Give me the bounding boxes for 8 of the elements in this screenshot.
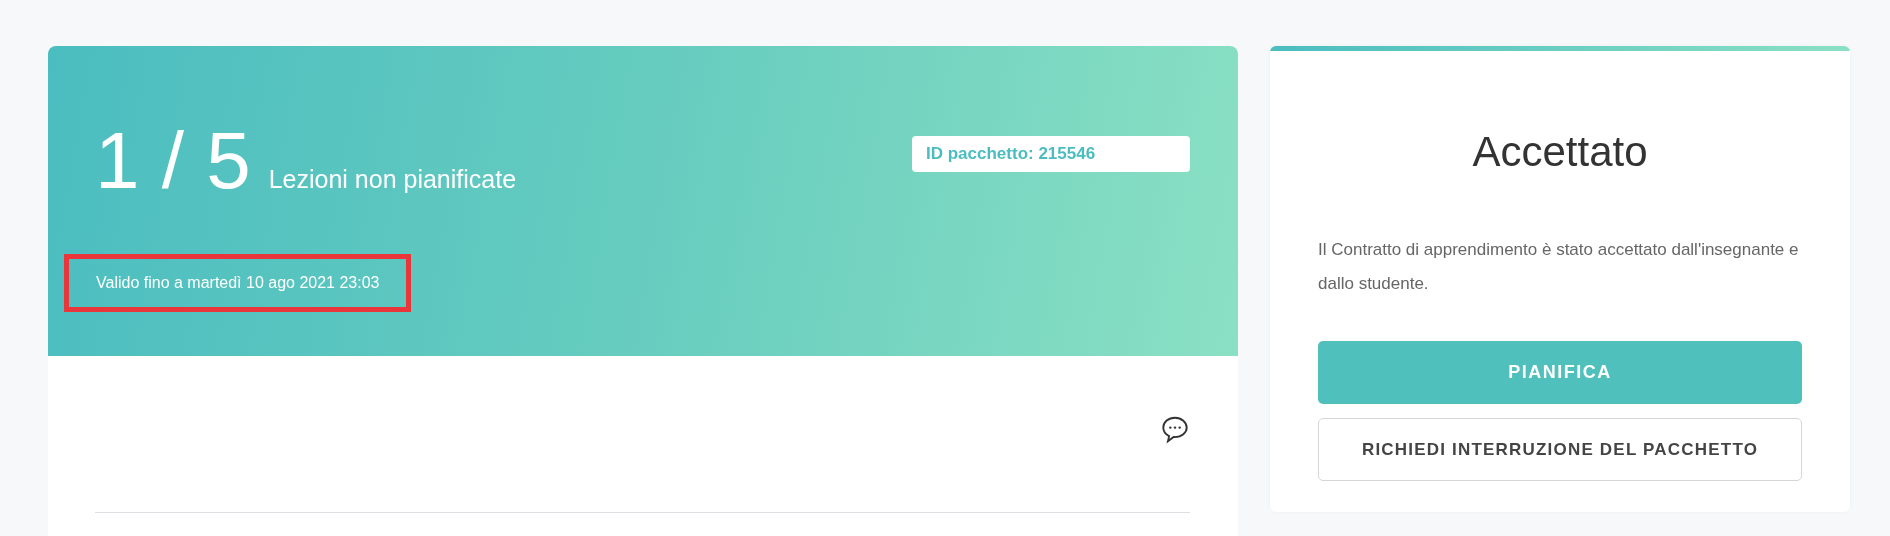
lesson-count: 1 / 5 [95,116,251,206]
lesson-count-label: Lezioni non pianificate [268,165,517,194]
comment-icon[interactable] [1160,414,1190,444]
package-id-badge: ID pacchetto: 215546 [912,136,1190,172]
status-description: Il Contratto di apprendimento è stato accettato dall'insegnante e dallo studente. [1318,239,1800,295]
status-title: Accettato [1471,127,1649,177]
validity-date: Valido fino a martedì 10 ago 2021 23:03 [96,274,380,291]
interrupt-package-button[interactable]: RICHIEDI INTERRUZIONE DEL PACCHETTO [1318,418,1802,481]
